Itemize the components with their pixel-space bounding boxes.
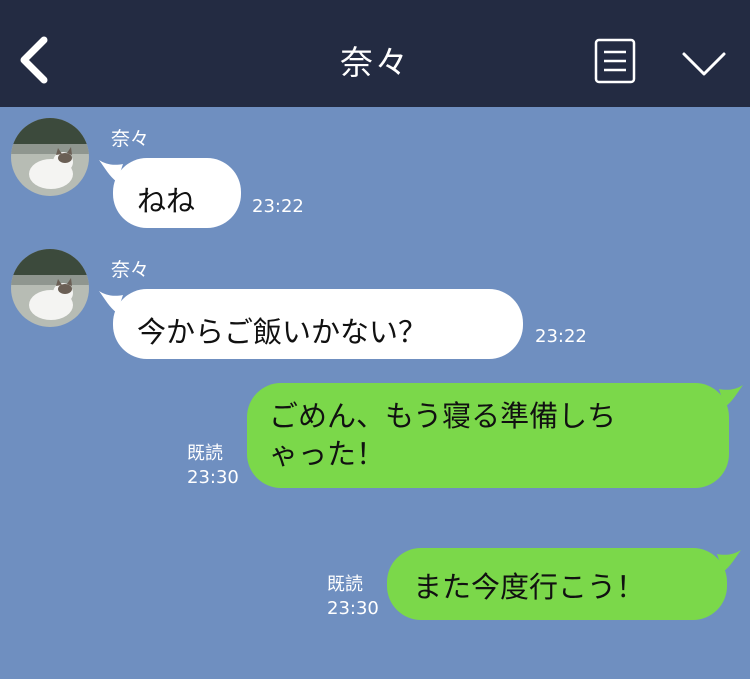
bubble-tail-icon	[99, 160, 123, 182]
message-text-line: ゃった！	[269, 437, 386, 471]
bubble-tail-icon	[717, 550, 741, 572]
chat-header: 奈々	[0, 0, 750, 107]
message-time: 23:22	[252, 196, 304, 217]
bubble-tail-icon	[99, 291, 123, 313]
read-label: 既読	[327, 574, 363, 595]
message-text: ねね	[137, 184, 196, 218]
outgoing-message-bubble[interactable]: ごめん、もう寝る準備しち ゃった！	[247, 383, 743, 488]
menu-button[interactable]	[594, 38, 636, 84]
cat-photo-icon	[11, 249, 89, 327]
message-text: また今度行こう！	[413, 570, 646, 604]
chat-title: 奈々	[340, 43, 410, 82]
message-text: 今からご飯いかない？	[137, 315, 428, 349]
read-receipt: 既読 23:30	[187, 442, 239, 490]
sender-name: 奈々	[111, 259, 150, 281]
avatar[interactable]	[11, 249, 89, 327]
menu-list-icon	[594, 38, 636, 84]
chevron-down-icon	[682, 52, 726, 76]
outgoing-message-bubble[interactable]: また今度行こう！	[387, 548, 741, 620]
bubble-tail-icon	[719, 385, 743, 407]
avatar[interactable]	[11, 118, 89, 196]
expand-button[interactable]	[680, 46, 728, 80]
incoming-message-bubble[interactable]: ねね	[99, 158, 241, 228]
sender-name: 奈々	[111, 128, 150, 150]
incoming-message-bubble[interactable]: 今からご飯いかない？	[99, 289, 523, 359]
message-text-line: ごめん、もう寝る準備しち	[269, 399, 617, 433]
message-time: 23:22	[535, 326, 587, 347]
read-label: 既読	[187, 443, 223, 464]
cat-photo-icon	[11, 118, 89, 196]
message-time: 23:30	[187, 467, 239, 488]
read-receipt: 既読 23:30	[327, 573, 379, 621]
message-time: 23:30	[327, 598, 379, 619]
